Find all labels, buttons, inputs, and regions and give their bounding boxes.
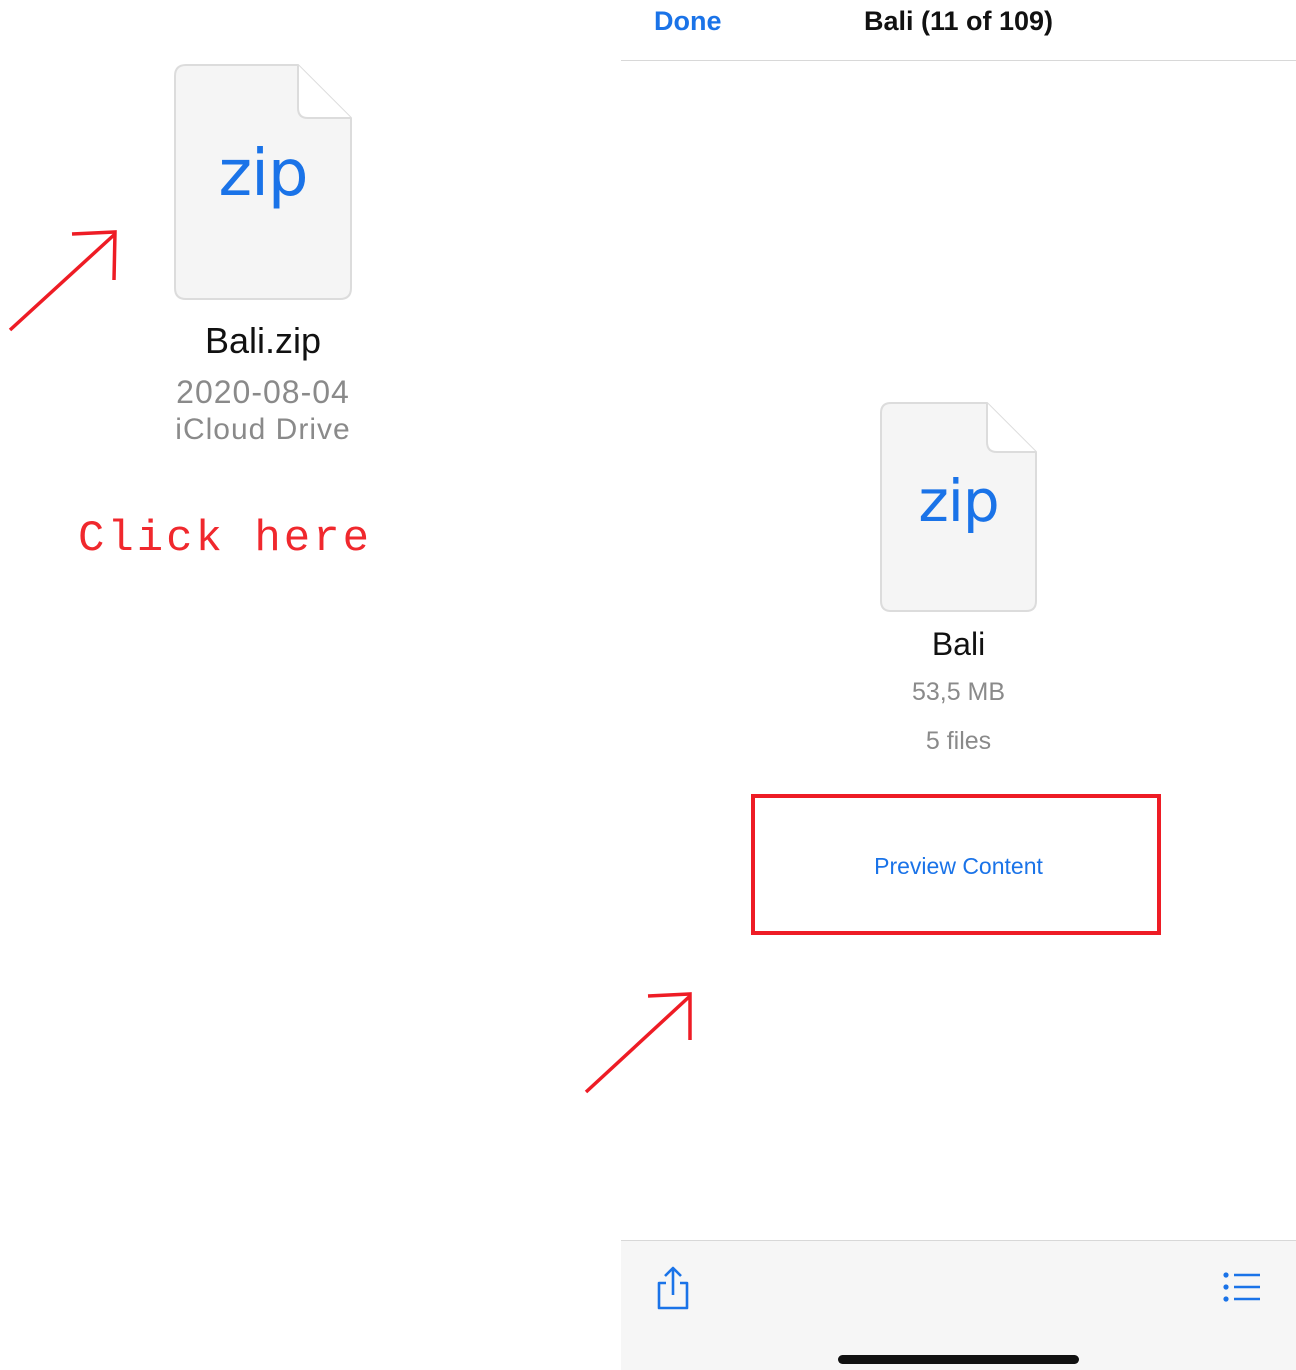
- share-button[interactable]: [653, 1265, 693, 1311]
- zip-icon-label: zip: [918, 467, 999, 535]
- zip-icon-label: zip: [218, 137, 309, 211]
- click-here-annotation: Click here: [77, 514, 373, 564]
- share-icon: [657, 1266, 689, 1310]
- file-name[interactable]: Bali.zip: [120, 320, 406, 362]
- zip-file-icon: zip: [880, 402, 1037, 612]
- file-name: Bali: [931, 626, 986, 662]
- annotation-arrow-icon: [584, 992, 692, 1094]
- home-indicator: [838, 1355, 1079, 1364]
- zip-file-icon[interactable]: zip: [174, 64, 352, 300]
- navigation-bar: Done Bali (11 of 109): [621, 0, 1296, 61]
- page-title: Bali (11 of 109): [863, 6, 1054, 36]
- file-size: 53,5 MB: [911, 678, 1006, 706]
- file-date: 2020-08-04: [176, 374, 350, 410]
- bottom-toolbar: [621, 1240, 1296, 1370]
- list-button[interactable]: [1223, 1271, 1261, 1303]
- quick-look-preview: Done Bali (11 of 109) zip Bali 53,5 MB 5…: [621, 0, 1296, 1370]
- list-icon: [1223, 1272, 1260, 1302]
- preview-content-button[interactable]: Preview Content: [621, 853, 1296, 880]
- annotation-arrow-icon: [8, 230, 117, 332]
- file-location: iCloud Drive: [175, 413, 351, 446]
- file-count: 5 files: [925, 727, 992, 755]
